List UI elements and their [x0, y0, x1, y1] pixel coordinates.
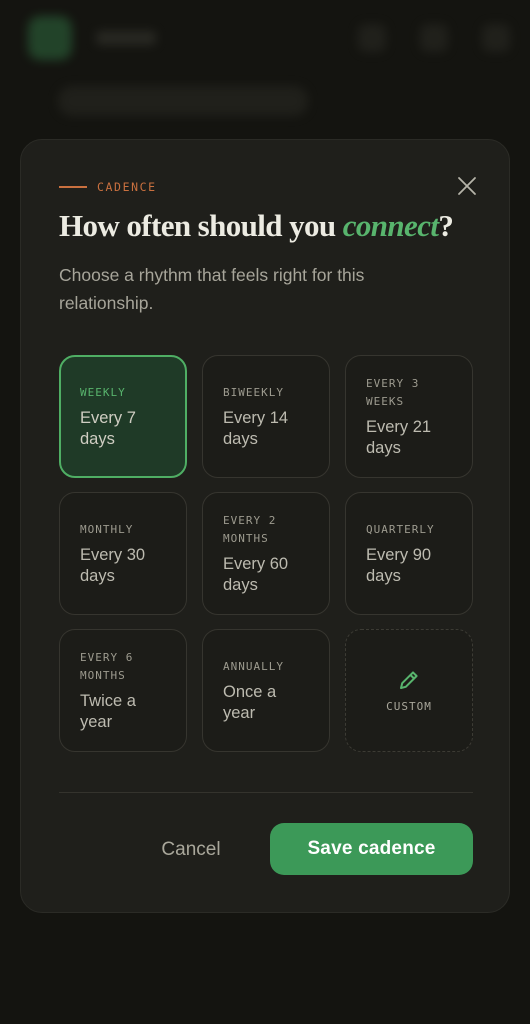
pencil-icon	[400, 671, 418, 689]
option-value: Every 90 days	[366, 545, 432, 585]
save-cadence-button[interactable]: Save cadence	[270, 823, 473, 875]
title-prefix: How often should you	[59, 208, 343, 243]
option-monthly[interactable]: MONTHLY Every 30 days	[59, 492, 187, 615]
modal-title: How often should you connect?	[59, 208, 479, 244]
option-label: EVERY 6 MONTHS	[80, 650, 134, 682]
option-value: Once a year	[223, 682, 277, 722]
option-label: MONTHLY	[80, 522, 134, 536]
option-every-6-months[interactable]: EVERY 6 MONTHS Twice a year	[59, 629, 187, 752]
option-quarterly[interactable]: QUARTERLY Every 90 days	[345, 492, 473, 615]
cancel-button[interactable]: Cancel	[141, 824, 241, 876]
background-title	[96, 31, 156, 45]
background-logo	[28, 16, 72, 60]
option-label: EVERY 3 WEEKS	[366, 376, 420, 408]
eyebrow-line	[59, 186, 87, 188]
option-label: BIWEEKLY	[223, 385, 284, 399]
title-suffix: ?	[438, 208, 454, 243]
background-header	[28, 14, 510, 62]
eyebrow: CADENCE	[59, 180, 157, 194]
background-icon	[420, 24, 448, 52]
title-emphasis: connect	[342, 208, 439, 243]
close-button[interactable]	[455, 174, 479, 198]
option-value: Every 30 days	[80, 545, 146, 585]
option-weekly[interactable]: WEEKLY Every 7 days	[59, 355, 187, 478]
cadence-options-grid: WEEKLY Every 7 days BIWEEKLY Every 14 da…	[59, 355, 473, 753]
background-icon	[358, 24, 386, 52]
background-search	[58, 86, 308, 116]
option-value: Every 14 days	[223, 408, 289, 448]
eyebrow-label: CADENCE	[97, 180, 157, 194]
close-icon	[458, 177, 476, 195]
modal-subtitle: Choose a rhythm that feels right for thi…	[59, 265, 365, 313]
option-label: ANNUALLY	[223, 659, 284, 673]
option-value: Twice a year	[80, 691, 136, 731]
background-icon	[482, 24, 510, 52]
option-custom[interactable]: CUSTOM	[345, 629, 473, 752]
cadence-modal: CADENCE How often should you connect? Ch…	[20, 139, 510, 913]
option-every-3-weeks[interactable]: EVERY 3 WEEKS Every 21 days	[345, 355, 473, 478]
option-label: WEEKLY	[80, 385, 126, 399]
option-biweekly[interactable]: BIWEEKLY Every 14 days	[202, 355, 330, 478]
option-label: QUARTERLY	[366, 522, 435, 536]
custom-label: CUSTOM	[386, 700, 432, 713]
option-value: Every 60 days	[223, 554, 289, 594]
option-label: EVERY 2 MONTHS	[223, 513, 277, 545]
divider	[59, 792, 473, 793]
option-annually[interactable]: ANNUALLY Once a year	[202, 629, 330, 752]
option-value: Every 7 days	[80, 408, 136, 448]
option-every-2-months[interactable]: EVERY 2 MONTHS Every 60 days	[202, 492, 330, 615]
option-value: Every 21 days	[366, 417, 432, 457]
